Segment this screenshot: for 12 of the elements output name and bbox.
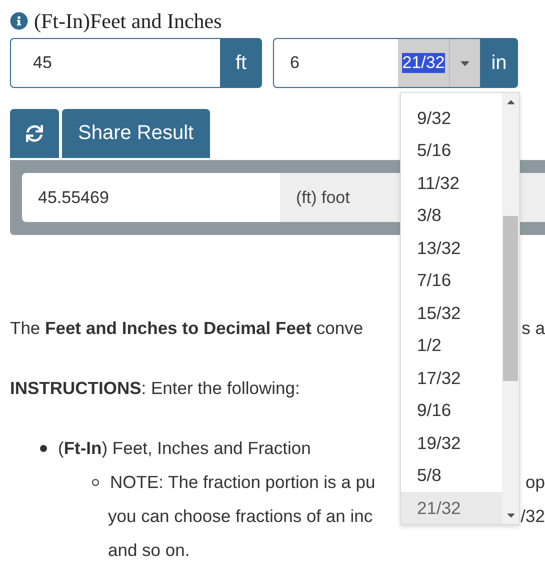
- instructions-text: INSTRUCTIONS: Enter the following:: [10, 377, 300, 400]
- paragraph-text: s a: [522, 317, 545, 340]
- note-text: NOTE: The fraction portion is a pu: [110, 471, 376, 494]
- list-item-text: (Ft-In) Feet, Inches and Fraction: [58, 437, 311, 460]
- unit-label: ft: [220, 38, 262, 88]
- note-text: and so on.: [108, 539, 190, 562]
- note-text: /32: [520, 505, 545, 528]
- paragraph-text: The Feet and Inches to Decimal Feet conve: [10, 317, 364, 340]
- section-title: (Ft-In)Feet and Inches: [34, 8, 222, 34]
- note-text: op: [526, 471, 545, 494]
- unit-label: in: [480, 38, 518, 88]
- note-text: you can choose fractions of an inc: [108, 505, 373, 528]
